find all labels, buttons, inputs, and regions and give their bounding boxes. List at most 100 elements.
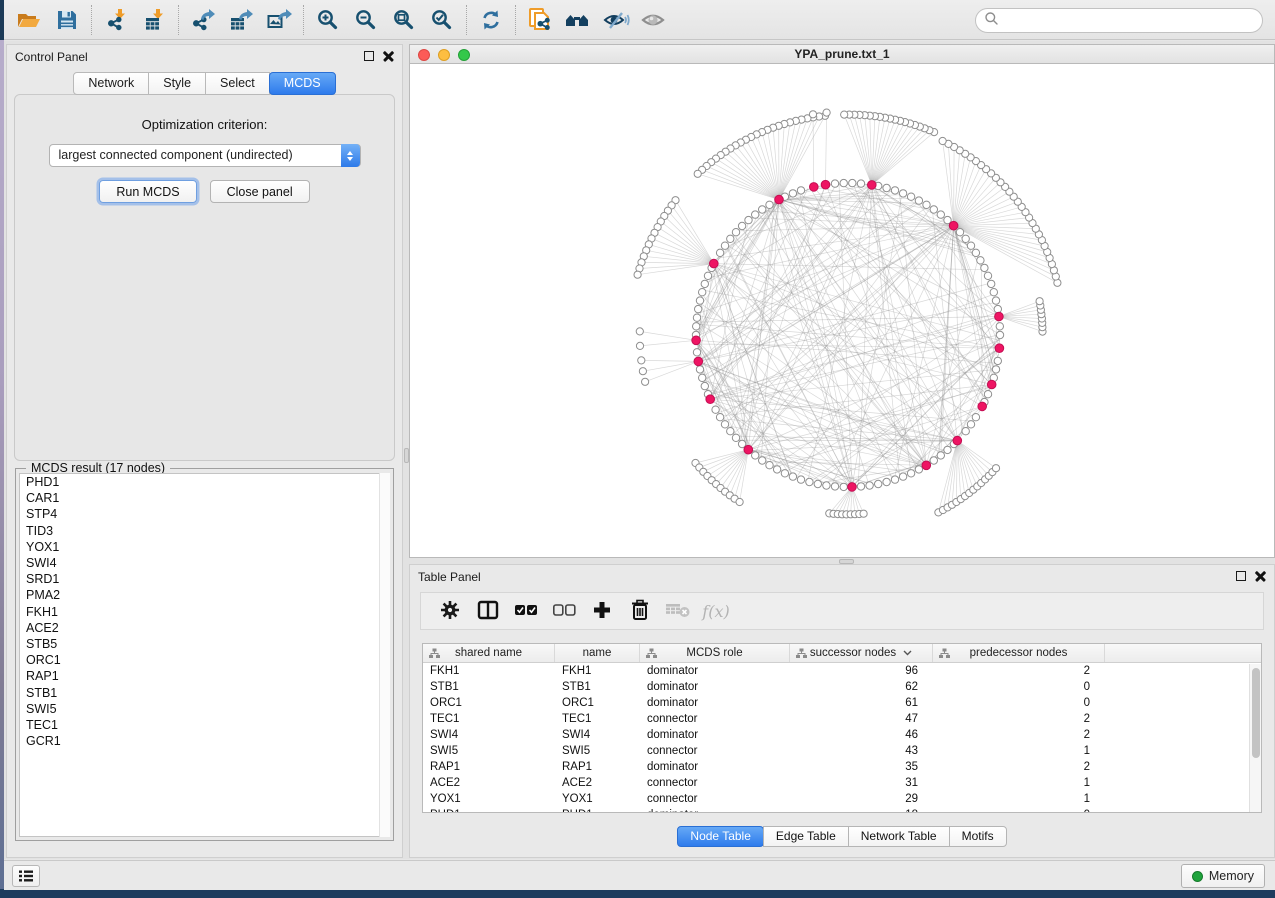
import-network-button[interactable] — [97, 3, 135, 37]
graph-node[interactable] — [704, 272, 711, 279]
graph-node[interactable] — [699, 374, 706, 381]
vertical-splitter-handle[interactable] — [404, 448, 409, 463]
task-history-button[interactable] — [12, 865, 40, 887]
graph-node[interactable] — [732, 434, 739, 441]
tab-node-table[interactable]: Node Table — [677, 826, 764, 847]
graph-node[interactable] — [789, 473, 796, 480]
graph-node[interactable] — [766, 201, 773, 208]
graph-node[interactable] — [990, 289, 997, 296]
mcds-result-item[interactable]: SWI5 — [20, 701, 389, 717]
graph-node[interactable] — [806, 478, 813, 485]
graph-hub-node[interactable] — [978, 402, 987, 411]
zoom-fit-button[interactable] — [385, 3, 423, 37]
graph-node[interactable] — [727, 428, 734, 435]
graph-node[interactable] — [759, 206, 766, 213]
apply-layout-button[interactable] — [472, 3, 510, 37]
graph-leaf-node[interactable] — [809, 111, 816, 118]
graph-hub-node[interactable] — [987, 380, 996, 389]
graph-node[interactable] — [992, 366, 999, 373]
graph-hub-node[interactable] — [995, 312, 1004, 321]
graph-node[interactable] — [857, 483, 864, 490]
create-column-button[interactable] — [583, 596, 621, 626]
graph-leaf-node[interactable] — [639, 368, 646, 375]
graph-hub-node[interactable] — [922, 461, 931, 470]
save-session-button[interactable] — [48, 3, 86, 37]
column-header-shared-name[interactable]: shared name — [423, 644, 555, 662]
graph-node[interactable] — [781, 470, 788, 477]
horizontal-splitter-handle[interactable] — [839, 559, 854, 564]
graph-node[interactable] — [766, 462, 773, 469]
select-all-button[interactable] — [507, 596, 545, 626]
graph-node[interactable] — [721, 242, 728, 249]
graph-node[interactable] — [875, 480, 882, 487]
graph-node[interactable] — [944, 446, 951, 453]
graph-node[interactable] — [789, 190, 796, 197]
table-row[interactable]: SWI5SWI5connector431 — [423, 743, 1261, 759]
memory-button[interactable]: Memory — [1181, 864, 1265, 888]
graph-leaf-node[interactable] — [638, 357, 645, 364]
graph-leaf-node[interactable] — [823, 109, 830, 116]
mcds-result-item[interactable]: STP4 — [20, 506, 389, 522]
table-row[interactable]: TEC1TEC1connector472 — [423, 711, 1261, 727]
graph-hub-node[interactable] — [694, 357, 703, 366]
graph-node[interactable] — [937, 211, 944, 218]
show-graphics-details-button[interactable] — [597, 3, 635, 37]
graph-node[interactable] — [907, 193, 914, 200]
graph-hub-node[interactable] — [692, 336, 701, 345]
graph-hub-node[interactable] — [821, 180, 830, 189]
tab-network[interactable]: Network — [73, 72, 149, 95]
graph-node[interactable] — [930, 206, 937, 213]
graph-leaf-node[interactable] — [634, 271, 641, 278]
graph-node[interactable] — [693, 314, 700, 321]
graph-hub-node[interactable] — [868, 181, 877, 190]
table-row[interactable]: STB1STB1dominator620 — [423, 679, 1261, 695]
network-canvas[interactable] — [410, 65, 1274, 557]
graph-leaf-node[interactable] — [939, 137, 946, 144]
mcds-result-item[interactable]: TID3 — [20, 523, 389, 539]
graph-node[interactable] — [752, 452, 759, 459]
birds-eye-view-button[interactable] — [635, 3, 673, 37]
graph-leaf-node[interactable] — [636, 328, 643, 335]
import-table-button[interactable] — [135, 3, 173, 37]
graph-node[interactable] — [831, 180, 838, 187]
graph-node[interactable] — [956, 229, 963, 236]
graph-node[interactable] — [712, 406, 719, 413]
mcds-result-item[interactable]: SWI4 — [20, 555, 389, 571]
graph-node[interactable] — [797, 476, 804, 483]
graph-node[interactable] — [891, 187, 898, 194]
graph-node[interactable] — [866, 482, 873, 489]
optimization-criterion-select[interactable]: largest connected component (undirected) — [49, 144, 361, 167]
window-close-icon[interactable] — [418, 49, 430, 61]
mcds-result-item[interactable]: STB1 — [20, 685, 389, 701]
graph-node[interactable] — [967, 421, 974, 428]
table-row[interactable]: RAP1RAP1dominator352 — [423, 759, 1261, 775]
graph-node[interactable] — [994, 357, 1001, 364]
graph-leaf-node[interactable] — [736, 498, 743, 505]
graph-leaf-node[interactable] — [841, 111, 848, 118]
graph-node[interactable] — [696, 366, 703, 373]
graph-hub-node[interactable] — [810, 183, 819, 192]
graph-node[interactable] — [972, 249, 979, 256]
mcds-list-scrollbar[interactable] — [379, 473, 390, 837]
graph-node[interactable] — [752, 211, 759, 218]
graph-node[interactable] — [716, 249, 723, 256]
table-scrollbar-thumb[interactable] — [1252, 668, 1260, 758]
zoom-selected-button[interactable] — [423, 3, 461, 37]
tab-network-table[interactable]: Network Table — [848, 826, 950, 847]
table-row[interactable]: SWI4SWI4dominator462 — [423, 727, 1261, 743]
float-panel-icon[interactable] — [364, 51, 374, 61]
graph-node[interactable] — [930, 457, 937, 464]
graph-node[interactable] — [915, 466, 922, 473]
graph-node[interactable] — [984, 272, 991, 279]
graph-node[interactable] — [701, 280, 708, 287]
graph-node[interactable] — [738, 222, 745, 229]
export-image-button[interactable] — [260, 3, 298, 37]
table-row[interactable]: ACE2ACE2connector311 — [423, 775, 1261, 791]
window-maximize-icon[interactable] — [458, 49, 470, 61]
mcds-result-list[interactable]: PHD1CAR1STP4TID3YOX1SWI4SRD1PMA2FKH1ACE2… — [19, 473, 390, 837]
mcds-result-item[interactable]: PHD1 — [20, 474, 389, 490]
graph-node[interactable] — [915, 197, 922, 204]
graph-leaf-node[interactable] — [636, 342, 643, 349]
tab-select[interactable]: Select — [205, 72, 270, 95]
close-panel-button[interactable]: Close panel — [210, 180, 310, 203]
